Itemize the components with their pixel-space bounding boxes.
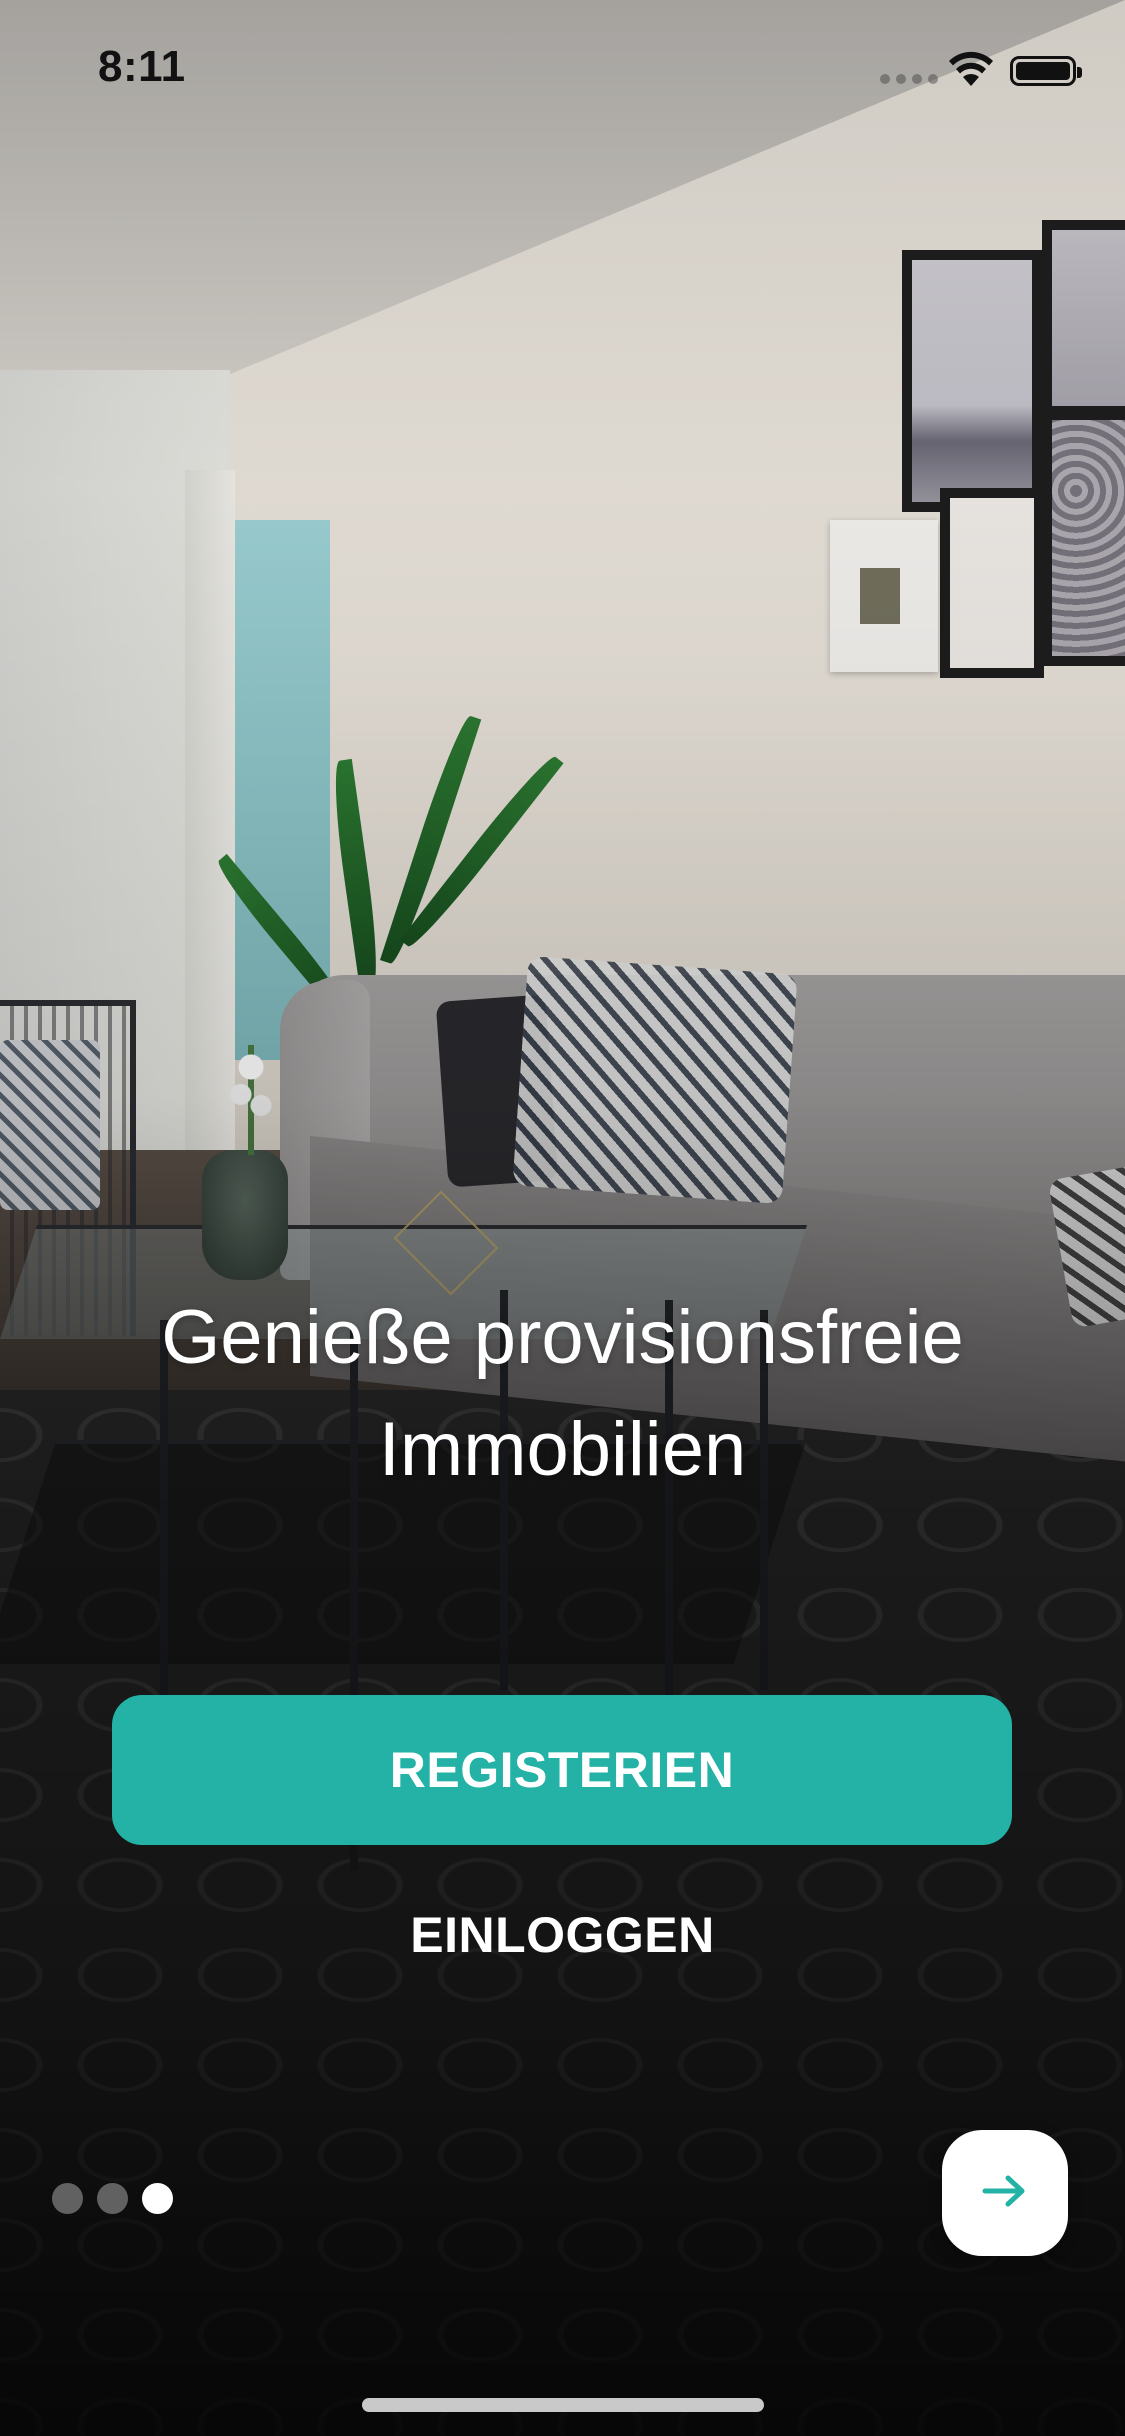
- status-time: 8:11: [98, 42, 186, 91]
- page-dot-3-active[interactable]: [142, 2183, 173, 2214]
- page-indicator: [52, 2183, 173, 2214]
- headline-line-2: Immobilien: [378, 1407, 747, 1492]
- onboarding-headline: Genieße provisionsfreie Immobilien: [0, 1282, 1125, 1506]
- page-dot-2[interactable]: [97, 2183, 128, 2214]
- login-button[interactable]: EINLOGGEN: [300, 1895, 825, 1975]
- wifi-icon: [948, 50, 994, 93]
- register-button[interactable]: REGISTERIEN: [112, 1695, 1012, 1845]
- page-dot-1[interactable]: [52, 2183, 83, 2214]
- cellular-signal-icon: [880, 74, 938, 84]
- battery-icon: [1010, 56, 1082, 86]
- headline-line-1: Genieße provisionsfreie: [161, 1295, 964, 1380]
- arrow-right-icon: [981, 2171, 1029, 2216]
- onboarding-screen: 8:11 Genieße provisionsfreie Immobilien …: [0, 0, 1125, 2436]
- status-bar: 8:11: [0, 0, 1125, 140]
- background-photo: [0, 0, 1125, 2436]
- home-indicator[interactable]: [362, 2398, 764, 2412]
- next-button[interactable]: [942, 2130, 1068, 2256]
